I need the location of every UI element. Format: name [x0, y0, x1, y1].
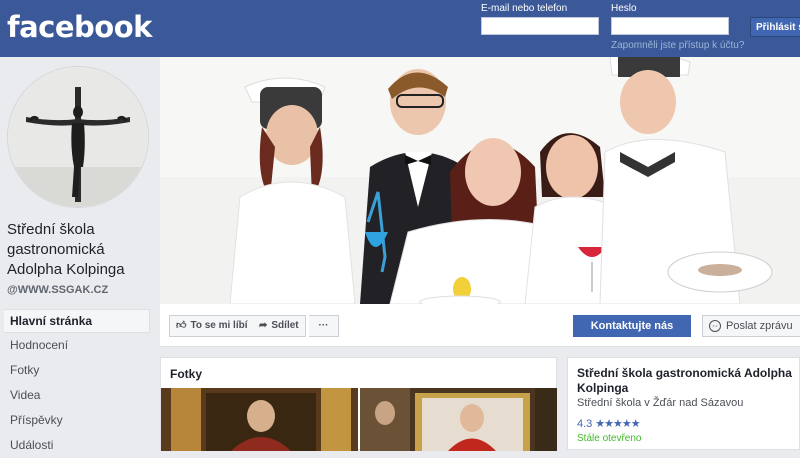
- crucifix-image: [8, 67, 148, 207]
- sidebar-item-videos[interactable]: Videa: [4, 383, 150, 408]
- messenger-icon: [709, 320, 721, 332]
- password-label: Heslo: [611, 3, 637, 14]
- sidebar-item-reviews[interactable]: Hodnocení: [4, 333, 150, 358]
- send-message-label: Poslat zprávu: [726, 320, 793, 332]
- like-button-label: To se mi líbí: [190, 320, 248, 331]
- cover-photo[interactable]: [160, 57, 800, 304]
- rating-value: 4.3: [577, 417, 593, 430]
- more-dots-icon: ···: [318, 320, 329, 331]
- more-options-button[interactable]: ···: [309, 315, 339, 337]
- page-title: Střední škola gastronomická Adolpha Kolp…: [7, 221, 125, 278]
- photo-thumbnail[interactable]: [360, 388, 557, 451]
- rating-stars-icon: ★★★★★: [595, 418, 640, 430]
- forgot-password-link[interactable]: Zapomněli jste přístup k účtu?: [611, 40, 744, 51]
- email-field[interactable]: [481, 17, 599, 35]
- sidebar-item-events[interactable]: Události: [4, 433, 150, 458]
- thumbs-up-icon: 👍︎: [176, 320, 187, 331]
- page-handle[interactable]: @WWW.SSGAK.CZ: [7, 284, 108, 296]
- info-page-name[interactable]: Střední škola gastronomická Adolpha Kolp…: [577, 366, 797, 396]
- login-button[interactable]: Přihlásit se: [750, 17, 800, 37]
- profile-picture[interactable]: [7, 66, 149, 208]
- sidebar-item-posts[interactable]: Příspěvky: [4, 408, 150, 433]
- left-sidebar: Střední škola gastronomická Adolpha Kolp…: [0, 57, 160, 452]
- cover-students-image: [160, 57, 800, 304]
- page-navigation: Hlavní stránka Hodnocení Fotky Videa Pří…: [4, 309, 150, 458]
- page-info-card: Střední škola gastronomická Adolpha Kolp…: [567, 357, 800, 450]
- info-category: Střední škola v Žďár nad Sázavou: [577, 397, 744, 409]
- photos-section: Fotky: [160, 357, 557, 451]
- page-action-bar: 👍︎ To se mi líbí ➦ Sdílet ··· Kontaktujt…: [160, 304, 800, 347]
- sidebar-item-home[interactable]: Hlavní stránka: [4, 309, 150, 333]
- facebook-logo[interactable]: facebook: [7, 10, 152, 44]
- password-field[interactable]: [611, 17, 729, 35]
- email-label: E-mail nebo telefon: [481, 3, 568, 14]
- top-navigation-bar: facebook E-mail nebo telefon Heslo Zapom…: [0, 0, 800, 57]
- rating-summary[interactable]: 4.3 ★★★★★: [577, 417, 641, 431]
- contact-us-button[interactable]: Kontaktujte nás: [573, 315, 691, 337]
- photo-thumbnail[interactable]: [161, 388, 358, 451]
- send-message-button[interactable]: Poslat zprávu: [702, 315, 800, 337]
- like-button[interactable]: 👍︎ To se mi líbí: [169, 315, 255, 337]
- sidebar-item-photos[interactable]: Fotky: [4, 358, 150, 383]
- share-arrow-icon: ➦: [259, 320, 268, 331]
- share-button-label: Sdílet: [271, 320, 299, 331]
- share-button[interactable]: ➦ Sdílet: [253, 315, 306, 337]
- opening-status: Stále otevřeno: [577, 433, 642, 444]
- photos-section-title[interactable]: Fotky: [170, 367, 202, 381]
